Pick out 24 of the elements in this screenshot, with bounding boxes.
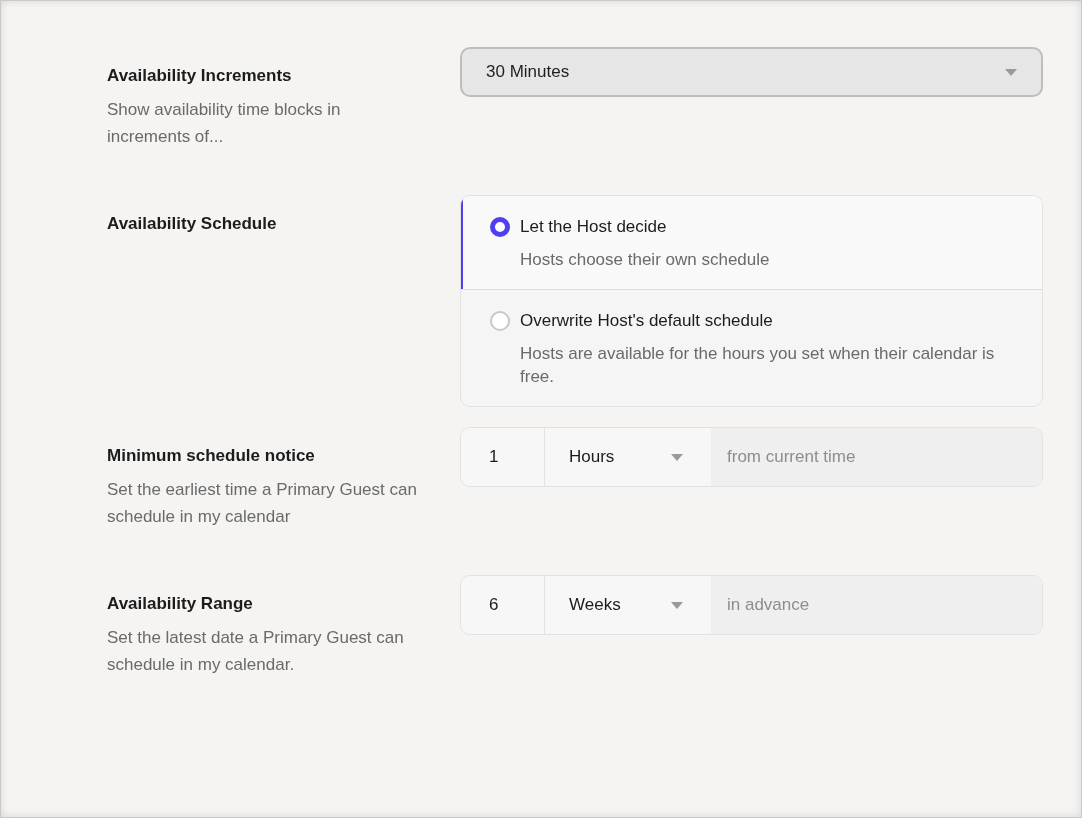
setting-description: Show availability time blocks in increments of...: [107, 99, 342, 148]
dropdown[interactable]: 30 Minutes: [460, 47, 1043, 97]
unit-dropdown[interactable]: Weeks: [545, 576, 711, 634]
option-title: Overwrite Host's default schedule: [520, 310, 774, 332]
radio-button[interactable]: [490, 217, 510, 237]
option-description: Hosts are available for the hours you set when their calendar is free.: [520, 343, 996, 388]
caret-icon: [671, 601, 683, 609]
unit-dropdown[interactable]: Hours: [545, 428, 711, 486]
radio-option[interactable]: Overwrite Host's default schedule Hosts are available for the hours you set when their calendar is free.: [461, 289, 1042, 406]
suffix-label: from current time: [711, 428, 1042, 486]
caret-icon: [671, 453, 683, 461]
caret-icon: [1005, 68, 1017, 76]
option-title: Let the Host decide: [520, 216, 668, 238]
setting-label: Availability Schedule: [107, 213, 278, 235]
suffix-label: in advance: [711, 576, 1042, 634]
amount-input[interactable]: 6: [461, 576, 545, 634]
setting-label: Availability Increments: [107, 65, 293, 87]
radio-option[interactable]: Let the Host decide Hosts choose their own schedule: [461, 196, 1042, 289]
setting-label: Availability Range: [107, 593, 254, 615]
option-description: Hosts choose their own schedule: [520, 249, 770, 271]
setting-description: Set the latest date a Primary Guest can schedule in my calendar.: [107, 627, 405, 676]
setting-label: Minimum schedule notice: [107, 445, 316, 467]
amount-input[interactable]: 1: [461, 428, 545, 486]
setting-description: Set the earliest time a Primary Guest can schedule in my calendar: [107, 479, 418, 528]
